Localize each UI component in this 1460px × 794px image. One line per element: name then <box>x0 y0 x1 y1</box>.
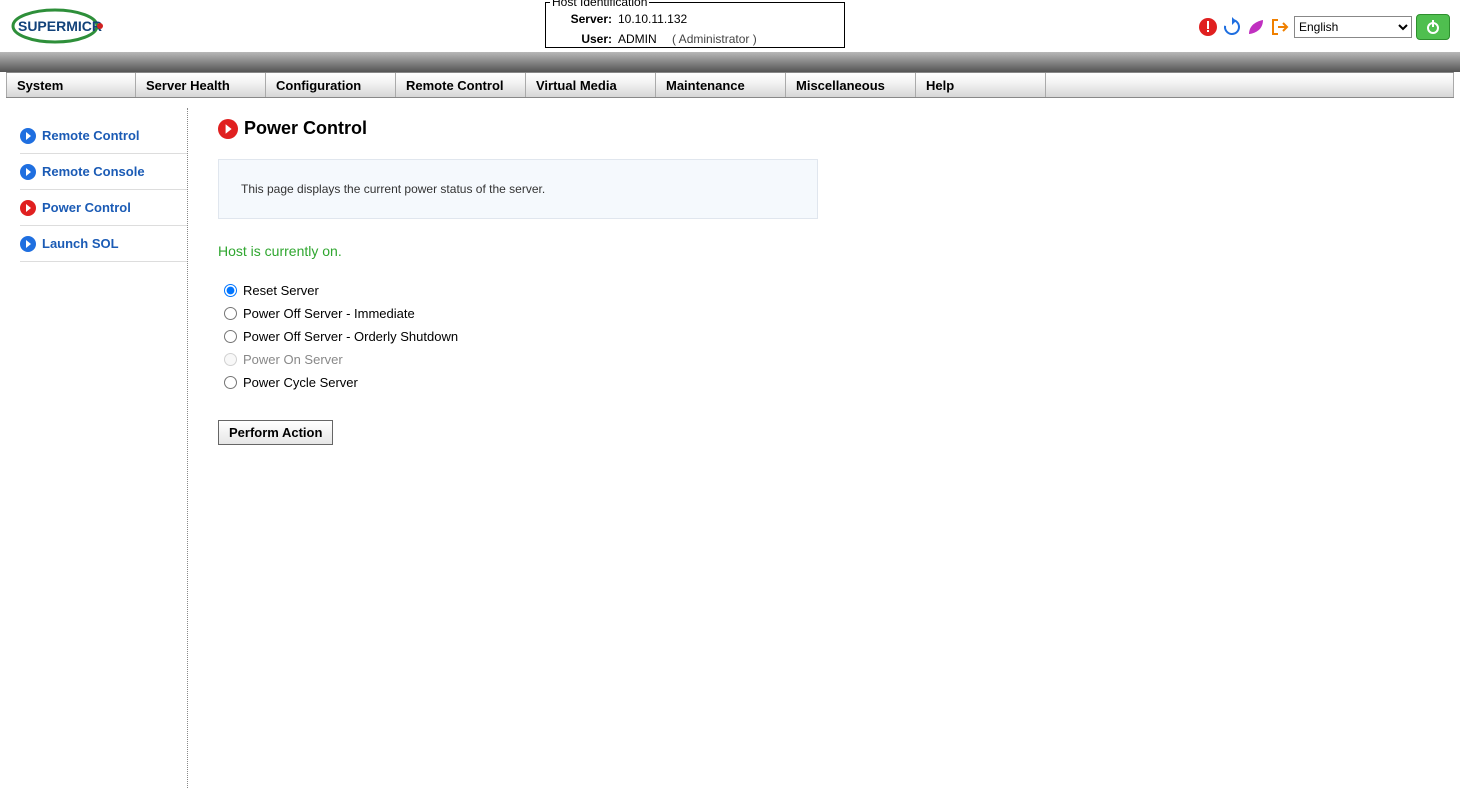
nav-tab-server-health[interactable]: Server Health <box>136 73 266 97</box>
nav-tab-label: Maintenance <box>666 78 745 93</box>
sidebar-item-label: Power Control <box>42 200 131 215</box>
header-gradient-bar <box>0 52 1460 72</box>
nav-tab-virtual-media[interactable]: Virtual Media <box>526 73 656 97</box>
nav-tab-label: Miscellaneous <box>796 78 885 93</box>
server-label: Server: <box>558 9 618 29</box>
host-identification-legend: Host Identification <box>550 0 649 9</box>
page-title: Power Control <box>244 118 367 139</box>
nav-tab-remote-control[interactable]: Remote Control <box>396 73 526 97</box>
nav-tab-system[interactable]: System <box>6 73 136 97</box>
page-title-row: Power Control <box>218 118 1430 139</box>
leaf-icon[interactable] <box>1246 17 1266 37</box>
nav-tab-help[interactable]: Help <box>916 73 1046 97</box>
radio-power-on <box>224 353 237 366</box>
option-label: Reset Server <box>243 283 319 298</box>
host-identification-box: Host Identification Server: 10.10.11.132… <box>545 2 845 48</box>
nav-tab-miscellaneous[interactable]: Miscellaneous <box>786 73 916 97</box>
refresh-icon[interactable] <box>1222 17 1242 37</box>
logout-icon[interactable] <box>1270 17 1290 37</box>
sidebar-item-remote-control[interactable]: Remote Control <box>20 118 187 154</box>
arrow-right-icon <box>20 128 36 144</box>
sidebar-item-label: Remote Console <box>42 164 145 179</box>
sidebar-item-label: Remote Control <box>42 128 140 143</box>
language-select[interactable]: English <box>1294 16 1412 38</box>
power-button[interactable] <box>1416 14 1450 40</box>
radio-power-off-orderly[interactable] <box>224 330 237 343</box>
nav-tab-label: Remote Control <box>406 78 504 93</box>
description-text: This page displays the current power sta… <box>241 182 545 196</box>
option-power-off-immediate[interactable]: Power Off Server - Immediate <box>224 306 1430 321</box>
arrow-right-icon <box>218 119 238 139</box>
user-value: ADMIN <box>618 32 657 46</box>
sidebar-item-power-control[interactable]: Power Control <box>20 190 187 226</box>
arrow-right-icon <box>20 200 36 216</box>
host-status: Host is currently on. <box>218 243 1430 259</box>
nav-tab-label: Virtual Media <box>536 78 617 93</box>
nav-tab-label: Configuration <box>276 78 361 93</box>
radio-reset-server[interactable] <box>224 284 237 297</box>
option-power-on: Power On Server <box>224 352 1430 367</box>
nav-tab-label: Server Health <box>146 78 230 93</box>
user-role: ( Administrator ) <box>660 32 757 46</box>
header-icons: English <box>1198 14 1450 40</box>
arrow-right-icon <box>20 236 36 252</box>
header: SUPERMICR Host Identification Server: 10… <box>0 0 1460 52</box>
nav-tab-label: Help <box>926 78 954 93</box>
option-label: Power Off Server - Immediate <box>243 306 415 321</box>
option-power-off-orderly[interactable]: Power Off Server - Orderly Shutdown <box>224 329 1430 344</box>
option-label: Power On Server <box>243 352 343 367</box>
main-content: Power Control This page displays the cur… <box>188 108 1460 788</box>
sidebar-item-label: Launch SOL <box>42 236 119 251</box>
server-value: 10.10.11.132 <box>618 9 832 29</box>
sidebar-item-launch-sol[interactable]: Launch SOL <box>20 226 187 262</box>
user-label: User: <box>558 29 618 49</box>
option-label: Power Off Server - Orderly Shutdown <box>243 329 458 344</box>
option-power-cycle[interactable]: Power Cycle Server <box>224 375 1430 390</box>
sidebar: Remote Control Remote Console Power Cont… <box>0 108 188 788</box>
description-box: This page displays the current power sta… <box>218 159 818 219</box>
option-reset-server[interactable]: Reset Server <box>224 283 1430 298</box>
arrow-right-icon <box>20 164 36 180</box>
nav-tab-maintenance[interactable]: Maintenance <box>656 73 786 97</box>
radio-power-off-immediate[interactable] <box>224 307 237 320</box>
perform-action-button[interactable]: Perform Action <box>218 420 333 445</box>
radio-power-cycle[interactable] <box>224 376 237 389</box>
nav-tab-label: System <box>17 78 63 93</box>
supermicro-logo: SUPERMICR <box>10 6 110 46</box>
option-label: Power Cycle Server <box>243 375 358 390</box>
alert-icon[interactable] <box>1198 17 1218 37</box>
nav-filler <box>1046 73 1454 97</box>
sidebar-item-remote-console[interactable]: Remote Console <box>20 154 187 190</box>
main-nav: System Server Health Configuration Remot… <box>6 72 1454 98</box>
power-options: Reset Server Power Off Server - Immediat… <box>224 283 1430 390</box>
svg-text:SUPERMICR: SUPERMICR <box>18 18 102 34</box>
nav-tab-configuration[interactable]: Configuration <box>266 73 396 97</box>
